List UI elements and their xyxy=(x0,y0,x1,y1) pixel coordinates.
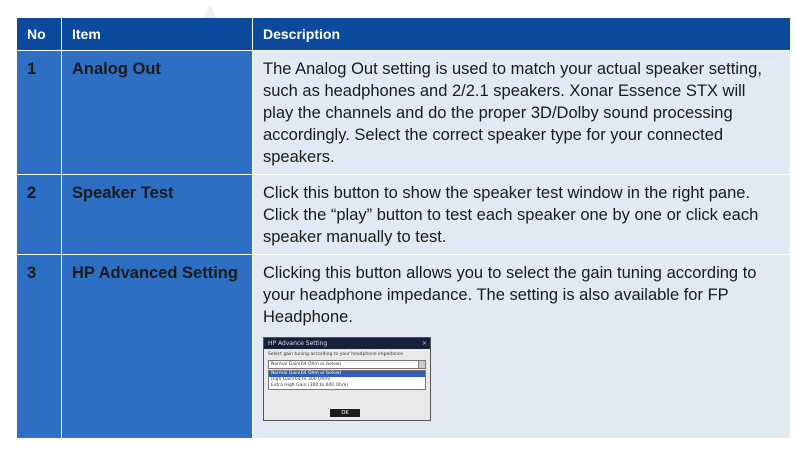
ok-button: OK xyxy=(330,409,360,417)
row-item: HP Advanced Setting xyxy=(61,254,252,438)
header-no: No xyxy=(17,18,61,50)
dropdown-option: Extra High Gain (300 to 600 Ohm) xyxy=(271,383,349,388)
row-description: The Analog Out setting is used to match … xyxy=(252,50,790,174)
table-row: 3 HP Advanced Setting Clicking this butt… xyxy=(17,254,790,438)
close-icon: × xyxy=(421,340,427,347)
description-text: Click this button to show the speaker te… xyxy=(263,184,759,246)
gain-select: Normal Gain(64 Ohm or below) xyxy=(268,360,426,369)
row-item: Analog Out xyxy=(61,50,252,174)
description-text: Clicking this button allows you to selec… xyxy=(263,264,757,326)
dialog-title-bar: HP Advance Setting × xyxy=(264,338,430,349)
header-description: Description xyxy=(252,18,790,50)
dialog-title: HP Advance Setting xyxy=(268,340,328,347)
row-item: Speaker Test xyxy=(61,174,252,254)
header-item: Item xyxy=(61,18,252,50)
row-number: 2 xyxy=(17,174,61,254)
row-number: 3 xyxy=(17,254,61,438)
hp-advance-setting-dialog-screenshot: HP Advance Setting × Select gain tuning … xyxy=(263,337,431,421)
table-header-row: No Item Description xyxy=(17,18,790,50)
gain-dropdown-list: Normal Gain(64 Ohm or below) High Gain(6… xyxy=(268,370,426,390)
row-number: 1 xyxy=(17,50,61,174)
row-description: Click this button to show the speaker te… xyxy=(252,174,790,254)
description-text: The Analog Out setting is used to match … xyxy=(263,60,762,166)
settings-table: No Item Description 1 Analog Out The Ana… xyxy=(17,18,790,438)
table-row: 2 Speaker Test Click this button to show… xyxy=(17,174,790,254)
dialog-instruction: Select gain tuning according to your hea… xyxy=(268,352,404,357)
row-description: Clicking this button allows you to selec… xyxy=(252,254,790,438)
table-row: 1 Analog Out The Analog Out setting is u… xyxy=(17,50,790,174)
